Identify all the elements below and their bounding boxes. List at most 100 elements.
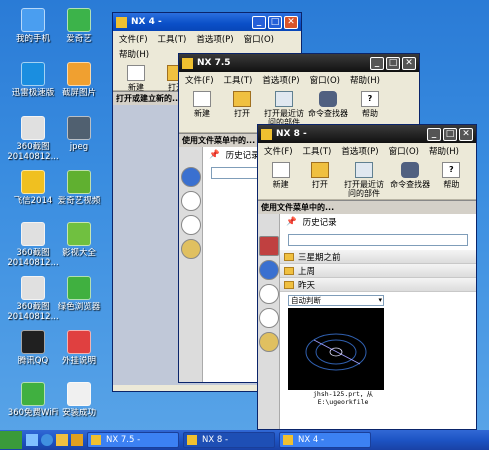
desktop-icon-9[interactable]: 影视大全 xyxy=(50,222,108,258)
menu-file[interactable]: 文件(F) xyxy=(264,145,293,157)
history-panel: 📌 历史记录 三星期之前 上周 昨天 自动判断 ▾ jhsh-125.prt，从… xyxy=(280,214,476,429)
desktop-icon-label: 20140812... xyxy=(7,258,59,268)
web-tab-icon[interactable] xyxy=(258,284,279,304)
start-button[interactable] xyxy=(0,431,22,449)
task-nx4[interactable]: NX 4 - xyxy=(279,432,371,448)
desktop-icon-11[interactable]: 绿色浏览器 xyxy=(50,276,108,312)
pin-icon[interactable]: 📌 xyxy=(286,217,297,227)
desktop-icon-label: 外挂说明 xyxy=(61,356,96,366)
app-icon xyxy=(21,62,45,86)
app-icon xyxy=(21,222,45,246)
menu-tools[interactable]: 工具(T) xyxy=(158,33,187,45)
quicklaunch-desktop-icon[interactable] xyxy=(26,434,38,446)
nx-app-icon xyxy=(187,435,197,445)
part-preview-thumbnail[interactable] xyxy=(288,308,384,390)
view-dropdown[interactable]: 自动判断 ▾ xyxy=(288,295,384,306)
task-nx75[interactable]: NX 7.5 - xyxy=(87,432,179,448)
roles-tab-icon[interactable] xyxy=(180,239,201,259)
app-icon xyxy=(67,116,91,140)
open-recent-button[interactable]: 打开最近访问的部件 xyxy=(263,89,305,127)
menu-tools[interactable]: 工具(T) xyxy=(224,74,253,86)
close-button[interactable]: ✕ xyxy=(284,15,298,29)
menu-window[interactable]: 窗口(O) xyxy=(310,74,340,86)
help-button[interactable]: ? 帮助 xyxy=(351,89,389,118)
app-icon xyxy=(21,382,45,406)
desktop-icon-label: 爱奇艺 xyxy=(66,34,92,44)
close-button[interactable]: ✕ xyxy=(402,56,416,70)
quicklaunch-explorer-icon[interactable] xyxy=(56,434,68,446)
open-recent-button[interactable]: 打开最近访问的部件 xyxy=(341,160,388,198)
web-tab-icon[interactable] xyxy=(180,191,201,211)
history-title: 历史记录 xyxy=(225,151,260,161)
new-button[interactable]: 新建 xyxy=(183,89,221,118)
history-group-yesterday[interactable]: 昨天 xyxy=(280,278,476,292)
maximize-button[interactable]: □ xyxy=(268,15,282,29)
minimize-button[interactable]: _ xyxy=(370,56,384,70)
new-button[interactable]: 新建 xyxy=(117,63,155,92)
desktop-icon-1[interactable]: 爱奇艺 xyxy=(50,8,108,44)
minimize-button[interactable]: _ xyxy=(252,15,266,29)
menu-help[interactable]: 帮助(H) xyxy=(350,74,380,86)
menubar: 文件(F) 工具(T) 首选项(P) 窗口(O) xyxy=(113,31,301,46)
menu-file[interactable]: 文件(F) xyxy=(185,74,214,86)
desktop-icon-7[interactable]: 爱奇艺视频 xyxy=(50,170,108,206)
desktop-icon-5[interactable]: jpeg xyxy=(50,116,108,152)
nx-app-icon xyxy=(182,57,193,69)
app-icon xyxy=(67,62,91,86)
books-tab-icon[interactable] xyxy=(258,236,279,256)
nx75-titlebar[interactable]: NX 7.5 _ □ ✕ xyxy=(179,54,419,72)
menu-preferences[interactable]: 首选项(P) xyxy=(196,33,233,45)
maximize-button[interactable]: □ xyxy=(443,127,457,141)
new-button[interactable]: 新建 xyxy=(262,160,299,189)
quicklaunch-folder-icon[interactable] xyxy=(71,434,83,446)
nx4-titlebar[interactable]: NX 4 - _ □ ✕ xyxy=(113,13,301,31)
nx-app-icon xyxy=(116,16,127,28)
close-button[interactable]: ✕ xyxy=(459,127,473,141)
history-tab-icon[interactable] xyxy=(258,308,279,328)
taskbar: NX 7.5 - NX 8 - NX 4 - xyxy=(0,430,489,450)
info-tab-icon[interactable] xyxy=(258,260,279,280)
desktop-icon-15[interactable]: 安装成功 xyxy=(50,382,108,418)
task-nx8[interactable]: NX 8 - xyxy=(183,432,275,448)
desktop-icon-3[interactable]: 截屏图片 xyxy=(50,62,108,98)
menu-help[interactable]: 帮助(H) xyxy=(429,145,459,157)
menu-preferences[interactable]: 首选项(P) xyxy=(341,145,378,157)
menu-window[interactable]: 窗口(O) xyxy=(389,145,419,157)
history-tab-icon[interactable] xyxy=(180,215,201,235)
desktop-icon-label: 爱奇艺视频 xyxy=(57,196,101,206)
open-button[interactable]: 打开 xyxy=(301,160,338,189)
menu-help[interactable]: 帮助(H) xyxy=(119,48,149,60)
help-icon: ? xyxy=(442,162,461,178)
status-bar: 使用文件菜单中的... xyxy=(258,200,476,214)
window-title: NX 8 - xyxy=(276,129,307,139)
app-icon xyxy=(67,8,91,32)
menu-preferences[interactable]: 首选项(P) xyxy=(262,74,299,86)
history-group-last-week[interactable]: 上周 xyxy=(280,264,476,278)
app-icon xyxy=(21,276,45,300)
minimize-button[interactable]: _ xyxy=(427,127,441,141)
history-group-3weeks[interactable]: 三星期之前 xyxy=(280,250,476,264)
new-file-icon xyxy=(271,162,290,178)
history-search-input[interactable] xyxy=(288,234,468,246)
menu-file[interactable]: 文件(F) xyxy=(119,33,148,45)
nx8-titlebar[interactable]: NX 8 - _ □ ✕ xyxy=(258,125,476,143)
command-finder-button[interactable]: 命令查找器 xyxy=(307,89,349,118)
nx8-window[interactable]: NX 8 - _ □ ✕ 文件(F) 工具(T) 首选项(P) 窗口(O) 帮助… xyxy=(257,124,477,430)
info-tab-icon[interactable] xyxy=(180,167,201,187)
chevron-down-icon: ▾ xyxy=(378,296,382,304)
maximize-button[interactable]: □ xyxy=(386,56,400,70)
nx-app-icon xyxy=(283,435,293,445)
help-button[interactable]: ? 帮助 xyxy=(433,160,470,189)
quicklaunch-ie-icon[interactable] xyxy=(41,434,53,446)
open-button[interactable]: 打开 xyxy=(223,89,261,118)
menu-tools[interactable]: 工具(T) xyxy=(303,145,332,157)
command-finder-button[interactable]: 命令查找器 xyxy=(390,160,431,189)
resource-bar xyxy=(258,214,280,429)
desktop-icon-13[interactable]: 外挂说明 xyxy=(50,330,108,366)
desktop-icon-label: jpeg xyxy=(69,142,89,152)
menu-window[interactable]: 窗口(O) xyxy=(244,33,274,45)
pin-icon[interactable]: 📌 xyxy=(209,150,220,160)
app-icon xyxy=(21,330,45,354)
desktop-icon-label: 影视大全 xyxy=(61,248,96,258)
roles-tab-icon[interactable] xyxy=(258,332,279,352)
